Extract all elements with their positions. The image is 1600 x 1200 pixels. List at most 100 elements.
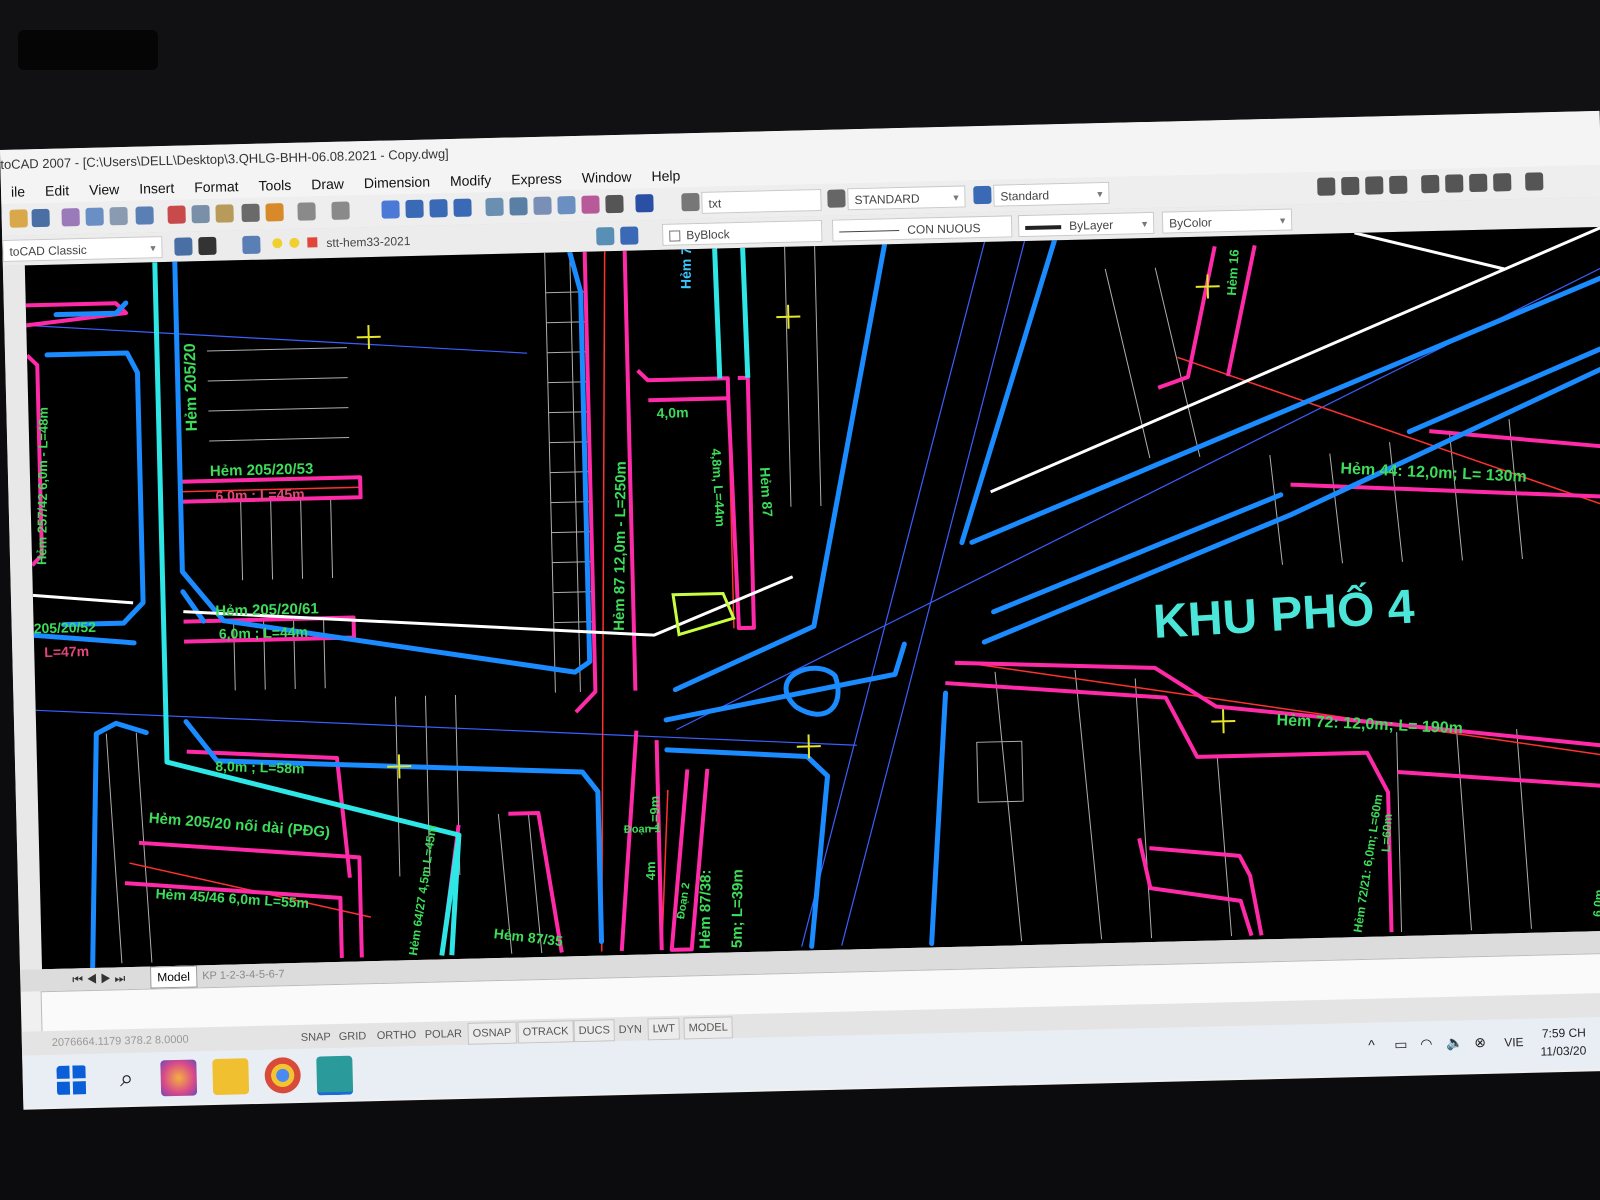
menu-window[interactable]: Window <box>571 164 641 190</box>
label-hem-205-20-53-size: 6,0m ; L=45m <box>215 486 304 504</box>
angular-dimension-icon[interactable] <box>1493 173 1512 192</box>
polar-toggle[interactable]: POLAR <box>419 1023 467 1046</box>
file-explorer-icon[interactable] <box>212 1058 250 1096</box>
paint-app-icon[interactable] <box>160 1059 198 1097</box>
diameter-dimension-icon[interactable] <box>1469 173 1488 193</box>
dyn-toggle[interactable]: DYN <box>613 1018 647 1041</box>
label-hem-45-46: Hẻm 45/46 6,0m L=55m <box>155 885 309 911</box>
color-select[interactable]: ByBlock <box>662 219 823 246</box>
new-icon[interactable] <box>9 209 28 228</box>
menu-tools[interactable]: Tools <box>248 173 301 198</box>
linetype-select[interactable]: CON NUOUS <box>831 215 1013 242</box>
lwt-toggle[interactable]: LWT <box>647 1017 681 1041</box>
menu-file[interactable]: ile <box>1 179 36 204</box>
menu-insert[interactable]: Insert <box>129 176 185 201</box>
ducs-toggle[interactable]: DUCS <box>573 1019 616 1043</box>
menu-view[interactable]: View <box>79 177 130 202</box>
help-icon[interactable] <box>635 194 654 213</box>
wifi-icon[interactable]: ◠ <box>1420 1035 1433 1052</box>
tool-palettes-icon[interactable] <box>533 196 552 215</box>
pan-icon[interactable] <box>381 200 400 219</box>
zoom-previous-icon[interactable] <box>453 198 472 217</box>
chrome-icon[interactable] <box>264 1056 302 1094</box>
aligned-dimension-icon[interactable] <box>1341 176 1360 196</box>
grid-toggle[interactable]: GRID <box>334 1025 372 1048</box>
block-editor-icon[interactable] <box>265 203 284 222</box>
match-properties-icon[interactable] <box>241 203 260 223</box>
linear-dimension-icon[interactable] <box>1317 177 1336 196</box>
workspace-settings-icon[interactable] <box>174 237 193 256</box>
publish-icon[interactable] <box>109 206 128 226</box>
label-hem-87-35: Hẻm 87/35 <box>493 925 564 949</box>
label-hem-205-20-noi-dai: Hẻm 205/20 nối dài (PĐG) <box>148 810 331 842</box>
menu-modify[interactable]: Modify <box>440 168 502 193</box>
plotstyle-select[interactable]: ByColor ▼ <box>1161 208 1293 234</box>
tab-model[interactable]: Model <box>149 965 198 989</box>
design-center-icon[interactable] <box>509 197 528 216</box>
menu-edit[interactable]: Edit <box>35 178 80 203</box>
markup-icon[interactable] <box>581 195 600 214</box>
label-205-20-52-size: L=47m <box>44 643 89 660</box>
tab-nav-arrows[interactable]: ⏮ ◀ ▶ ⏭ <box>72 967 126 990</box>
search-icon[interactable]: ⌕ <box>108 1061 145 1098</box>
ordinate-dimension-icon[interactable] <box>1389 175 1408 195</box>
plot-preview-icon[interactable] <box>85 207 104 226</box>
menu-help[interactable]: Help <box>641 163 690 188</box>
paste-icon[interactable] <box>215 204 234 223</box>
snap-toggle[interactable]: SNAP <box>296 1026 336 1049</box>
clock[interactable]: 7:59 CH 11/03/20 <box>1540 1024 1587 1061</box>
volume-icon[interactable]: 🔈 <box>1446 1035 1464 1052</box>
drawing-canvas[interactable]: Hẻm 205/20 Hẻm 205/20/53 6,0m ; L=45m Hẻ… <box>24 226 1600 970</box>
quick-dimension-icon[interactable] <box>1525 172 1544 191</box>
table-style-icon[interactable] <box>973 185 992 205</box>
calculator-icon[interactable] <box>605 194 624 214</box>
redo-icon[interactable] <box>331 201 350 220</box>
lineweight-select[interactable]: ByLayer ▼ <box>1017 211 1155 238</box>
drawing-svg: Hẻm 205/20 Hẻm 205/20/53 6,0m ; L=45m Hẻ… <box>25 226 1600 970</box>
menu-format[interactable]: Format <box>184 174 249 200</box>
workspace-select[interactable]: toCAD Classic ▼ <box>2 236 163 262</box>
dim-style-select[interactable]: STANDARD ▼ <box>847 185 966 211</box>
zoom-realtime-icon[interactable] <box>405 199 424 219</box>
ortho-toggle[interactable]: ORTHO <box>371 1024 421 1047</box>
menu-express[interactable]: Express <box>501 166 572 192</box>
layer-select[interactable]: stt-hem33-2021 <box>266 225 587 256</box>
zoom-window-icon[interactable] <box>429 199 448 218</box>
dim-style-icon[interactable] <box>827 189 846 208</box>
clock-time: 7:59 CH <box>1541 1025 1587 1041</box>
coordinate-readout: 2076664.1179 378.2 8.0000 <box>51 1033 189 1049</box>
autocad-taskbar-icon[interactable] <box>316 1055 354 1096</box>
properties-icon[interactable] <box>485 197 504 217</box>
arc-length-icon[interactable] <box>1365 176 1384 195</box>
text-style-select[interactable]: txt <box>701 188 822 214</box>
sheet-set-icon[interactable] <box>557 195 576 215</box>
workspace-save-icon[interactable] <box>198 236 217 256</box>
layer-on-icon <box>272 238 283 249</box>
osnap-toggle[interactable]: OSNAP <box>467 1021 517 1045</box>
start-icon[interactable] <box>56 1065 88 1096</box>
area-label-khu-pho-4: KHU PHỐ 4 <box>1152 579 1416 649</box>
notification-x-icon[interactable]: ⊗ <box>1474 1034 1486 1051</box>
layer-manager-icon[interactable] <box>242 235 261 255</box>
label-hem-87-38-size: 5m; L=39m <box>729 869 747 948</box>
language-indicator[interactable]: VIE <box>1504 1035 1524 1049</box>
jogged-dimension-icon[interactable] <box>1445 174 1464 193</box>
radius-dimension-icon[interactable] <box>1421 174 1440 194</box>
save-icon[interactable] <box>31 208 50 228</box>
table-style-select[interactable]: Standard ▼ <box>993 181 1110 207</box>
menu-draw[interactable]: Draw <box>301 171 354 196</box>
tray-network-device-icon[interactable]: ▭ <box>1394 1036 1408 1053</box>
tray-chevron-icon[interactable]: ^ <box>1368 1037 1375 1053</box>
print-icon[interactable] <box>61 208 80 227</box>
layer-previous-icon[interactable] <box>620 226 639 245</box>
menu-dimension[interactable]: Dimension <box>354 169 441 195</box>
tab-layout-kp[interactable]: KP 1-2-3-4-5-6-7 <box>196 963 291 987</box>
model-toggle[interactable]: MODEL <box>683 1016 734 1040</box>
cut-icon[interactable] <box>167 205 186 224</box>
make-current-icon[interactable] <box>596 227 615 246</box>
undo-icon[interactable] <box>297 202 316 221</box>
text-style-icon[interactable] <box>681 192 700 212</box>
copy-icon[interactable] <box>191 204 210 224</box>
3d-dwf-icon[interactable] <box>135 206 154 225</box>
otrack-toggle[interactable]: OTRACK <box>517 1020 574 1044</box>
